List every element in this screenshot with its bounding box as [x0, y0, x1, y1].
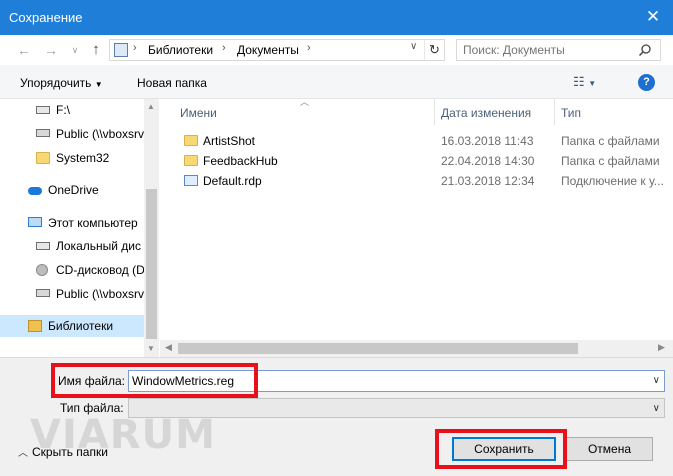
new-folder-button[interactable]: Новая папка [137, 76, 207, 90]
search-input[interactable] [463, 43, 633, 57]
nav-item-label: F:\ [56, 103, 70, 117]
nav-item-drive-f[interactable]: F:\ [0, 99, 144, 121]
file-date: 22.04.2018 14:30 [441, 154, 535, 168]
libraries-icon [28, 320, 42, 332]
chevron-down-icon[interactable]: ∨ [410, 41, 417, 52]
search-box[interactable] [456, 39, 661, 61]
drive-icon [36, 106, 50, 114]
file-name: FeedbackHub [203, 154, 278, 168]
refresh-icon[interactable]: ↻ [424, 40, 444, 60]
folder-icon [184, 135, 198, 146]
column-divider[interactable] [434, 99, 435, 125]
nav-item-libraries[interactable]: Библиотеки [0, 315, 144, 337]
file-row[interactable]: FeedbackHub 22.04.2018 14:30 Папка с фай… [160, 151, 673, 171]
breadcrumb-separator[interactable]: › [133, 42, 137, 54]
nav-item-label: OneDrive [48, 183, 99, 197]
breadcrumb-separator[interactable]: › [222, 42, 226, 54]
cd-drive-icon [36, 264, 48, 276]
nav-item-label: Библиотеки [48, 319, 114, 333]
view-options-icon[interactable]: ☷ ▼ [573, 74, 596, 90]
file-row[interactable]: ArtistShot 16.03.2018 11:43 Папка с файл… [160, 131, 673, 151]
scroll-right-icon[interactable]: ▶ [658, 342, 665, 353]
filetype-select[interactable]: ∨ [128, 398, 665, 418]
chevron-up-icon: ︿ [18, 448, 28, 459]
column-divider[interactable] [554, 99, 555, 125]
dropdown-arrow-icon: ▼ [94, 80, 103, 89]
file-type: Папка с файлами [561, 134, 660, 148]
scroll-up-icon[interactable]: ▲ [147, 102, 155, 111]
file-type: Папка с файлами [561, 154, 660, 168]
filetype-label: Тип файла: [60, 401, 124, 415]
nav-item-system32[interactable]: System32 [0, 147, 144, 169]
address-bar[interactable]: › Библиотеки › Документы › ∨ ↻ [109, 39, 445, 61]
nav-item-label: System32 [56, 151, 110, 165]
nav-item-public-2[interactable]: Public (\\vboxsrv [0, 283, 144, 305]
file-type: Подключение к у... [561, 174, 664, 188]
cancel-button[interactable]: Отмена [566, 437, 653, 461]
rdp-file-icon [184, 175, 198, 186]
hide-folders-label: Скрыть папки [32, 445, 108, 459]
recent-locations-icon[interactable]: ∨ [66, 41, 84, 59]
scrollbar-thumb[interactable] [178, 343, 578, 354]
computer-icon [28, 217, 42, 227]
folder-icon [36, 152, 50, 164]
file-date: 21.03.2018 12:34 [441, 174, 535, 188]
search-icon[interactable] [638, 43, 652, 60]
back-arrow-icon[interactable]: ← [15, 41, 33, 59]
nav-item-label: Этот компьютер [48, 216, 138, 230]
file-list: ︿ Имени Дата изменения Тип ArtistShot 16… [160, 97, 673, 357]
nav-item-label: CD-дисковод (D [56, 263, 144, 277]
file-name: ArtistShot [203, 134, 256, 148]
highlight-box [435, 429, 567, 469]
nav-item-onedrive[interactable]: OneDrive [0, 179, 144, 201]
nav-item-public[interactable]: Public (\\vboxsrv [0, 123, 144, 145]
horizontal-scrollbar[interactable]: ◀ ▶ [160, 340, 673, 357]
nav-item-label: Локальный дис [56, 239, 141, 253]
nav-item-label: Public (\\vboxsrv [56, 127, 144, 141]
address-row: ← → ∨ ↑ › Библиотеки › Документы › ∨ ↻ [0, 35, 673, 65]
network-drive-icon [36, 289, 50, 297]
column-type[interactable]: Тип [561, 106, 581, 120]
highlight-box [51, 363, 258, 398]
forward-arrow-icon[interactable]: → [42, 41, 60, 59]
nav-item-this-pc[interactable]: Этот компьютер [0, 212, 144, 234]
file-name: Default.rdp [203, 174, 262, 188]
scrollbar-thumb[interactable] [146, 189, 157, 339]
breadcrumb-documents[interactable]: Документы [237, 43, 299, 57]
up-arrow-icon[interactable]: ↑ [87, 41, 105, 59]
column-headers: ︿ Имени Дата изменения Тип [160, 97, 673, 125]
onedrive-icon [28, 187, 42, 195]
scroll-down-icon[interactable]: ▼ [147, 344, 155, 353]
command-bar: Упорядочить ▼ Новая папка ☷ ▼ ? [0, 65, 673, 99]
nav-item-local-disk[interactable]: Локальный дис [0, 235, 144, 257]
libraries-icon [114, 43, 128, 57]
column-name[interactable]: Имени [180, 106, 217, 120]
organize-label: Упорядочить [20, 76, 92, 90]
title-bar: Сохранение ✕ [0, 0, 673, 35]
folder-icon [184, 155, 198, 166]
nav-item-label: Public (\\vboxsrv [56, 287, 144, 301]
navigation-pane: F:\ Public (\\vboxsrv System32 OneDrive … [0, 99, 159, 357]
scroll-left-icon[interactable]: ◀ [165, 342, 172, 353]
column-date[interactable]: Дата изменения [441, 106, 531, 120]
chevron-down-icon[interactable]: ∨ [653, 403, 660, 414]
nav-item-cd-drive[interactable]: CD-дисковод (D [0, 259, 144, 281]
network-drive-icon [36, 129, 50, 137]
nav-scrollbar[interactable]: ▲ ▼ [144, 99, 159, 357]
sort-arrow-icon: ︿ [300, 97, 310, 107]
file-row[interactable]: Default.rdp 21.03.2018 12:34 Подключение… [160, 171, 673, 191]
hide-folders-button[interactable]: ︿ Скрыть папки [18, 444, 108, 459]
breadcrumb-separator[interactable]: › [307, 42, 311, 54]
window-title: Сохранение [9, 10, 83, 25]
breadcrumb-libraries[interactable]: Библиотеки [148, 43, 213, 57]
file-date: 16.03.2018 11:43 [441, 134, 534, 148]
close-button[interactable]: ✕ [633, 0, 673, 35]
organize-button[interactable]: Упорядочить ▼ [20, 76, 103, 90]
help-icon[interactable]: ? [638, 74, 655, 91]
local-disk-icon [36, 242, 50, 250]
chevron-down-icon[interactable]: ∨ [653, 375, 660, 386]
save-form: VIARUM Имя файла: ∨ Тип файла: ∨ ︿Скрыть… [0, 357, 673, 476]
